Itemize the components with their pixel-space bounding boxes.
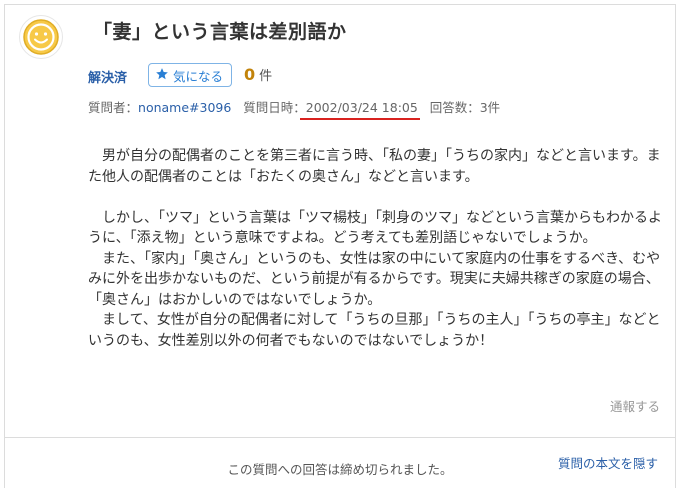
hide-body-link[interactable]: 質問の本文を隠す — [558, 453, 658, 472]
answer-count: 回答数：3件 — [429, 100, 501, 115]
question-body: 男が自分の配偶者のことを第三者に言う時、「私の妻」「うちの家内」などと言います。… — [88, 148, 662, 349]
question-title: 「妻」という言葉は差別語か — [93, 21, 347, 43]
favorite-count-unit: 件 — [259, 69, 273, 84]
favorite-count-number: 0 — [244, 65, 256, 84]
status-badge: 解決済 — [88, 71, 128, 86]
questioner-link[interactable]: noname#3096 — [138, 100, 231, 115]
smiley-face-icon — [23, 19, 59, 55]
avatar[interactable] — [19, 15, 63, 59]
favorite-button-label: 気になる — [173, 68, 224, 84]
favorite-count: 0件 — [244, 65, 272, 84]
date-label: 質問日時： — [243, 100, 306, 115]
star-icon — [155, 67, 169, 84]
favorite-button[interactable]: 気になる — [148, 63, 232, 87]
question-meta: 質問者：noname#3096 質問日時：2002/03/24 18:05 回答… — [88, 97, 500, 116]
report-link[interactable]: 通報する — [610, 396, 660, 415]
divider — [4, 437, 676, 438]
questioner-label: 質問者： — [88, 100, 139, 115]
question-date: 2002/03/24 18:05 — [305, 100, 418, 115]
